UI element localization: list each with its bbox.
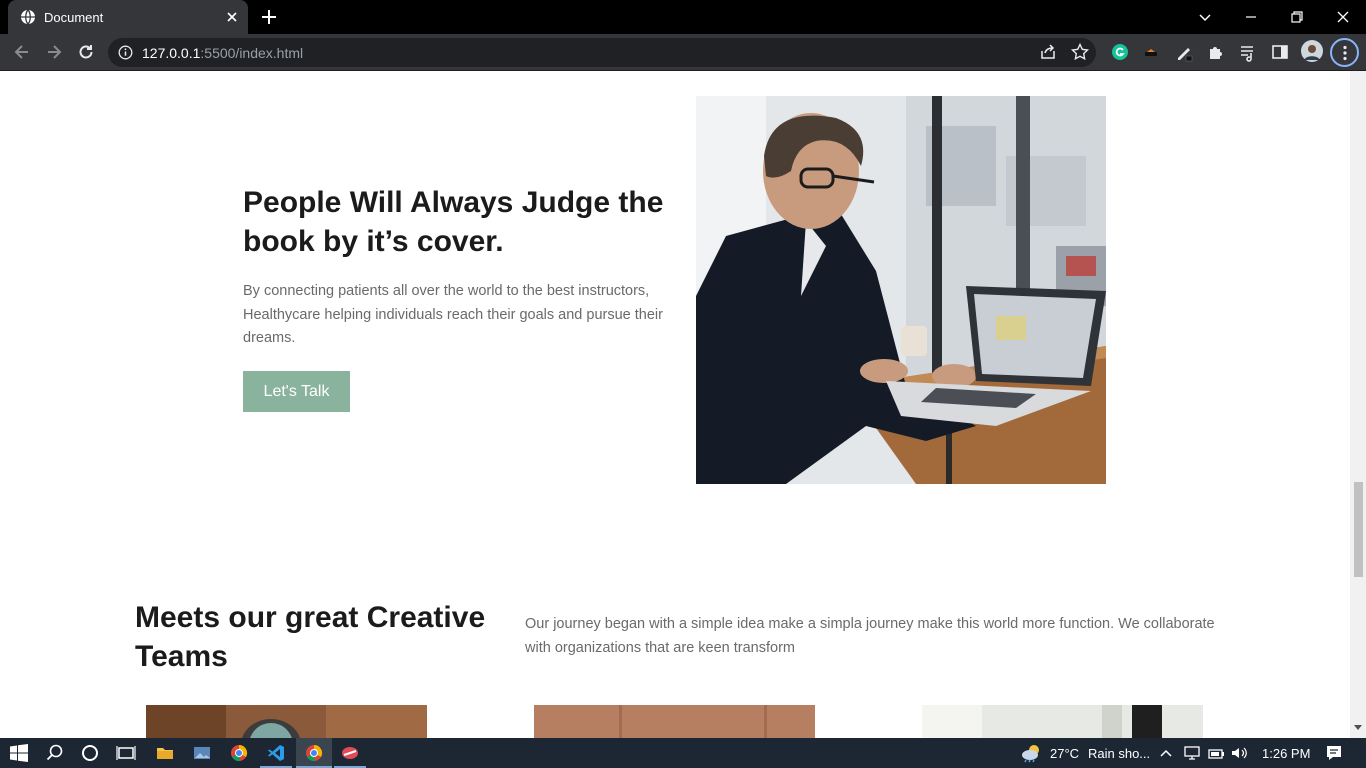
new-tab-icon[interactable] — [260, 8, 278, 26]
address-bar[interactable]: 127.0.0.1:5500/index.html — [108, 38, 1096, 67]
more-vertical-icon — [1343, 45, 1347, 61]
scrollbar-thumb[interactable] — [1354, 482, 1363, 577]
profile-avatar[interactable] — [1301, 40, 1323, 62]
snip-tool-icon[interactable] — [340, 743, 360, 763]
scroll-down-arrow-icon[interactable] — [1354, 725, 1362, 730]
network-icon[interactable] — [1182, 743, 1202, 763]
task-view-icon[interactable] — [116, 743, 136, 763]
close-window-icon[interactable] — [1332, 6, 1354, 28]
pen-extension-icon[interactable] — [1174, 42, 1194, 62]
weather-rain-icon[interactable] — [1020, 743, 1044, 763]
menu-button[interactable] — [1330, 38, 1359, 67]
media-queue-icon[interactable] — [1238, 42, 1258, 62]
close-tab-icon[interactable] — [224, 9, 240, 25]
file-explorer-icon[interactable] — [155, 743, 175, 763]
tab-search-chevron-icon[interactable] — [1194, 6, 1216, 28]
lets-talk-button[interactable]: Let's Talk — [243, 371, 350, 412]
teams-heading: Meets our great Creative Teams — [135, 601, 486, 673]
grammarly-extension-icon[interactable] — [1110, 42, 1130, 62]
bookmark-star-icon[interactable] — [1070, 42, 1090, 62]
hero-image — [696, 96, 1106, 484]
volume-icon[interactable] — [1229, 743, 1249, 763]
side-panel-icon[interactable] — [1270, 42, 1290, 62]
restore-icon[interactable] — [1286, 6, 1308, 28]
search-icon[interactable] — [45, 743, 65, 763]
hero-heading: People Will Always Judge the book by it’… — [243, 186, 664, 258]
cortana-icon[interactable] — [80, 743, 100, 763]
photos-app-icon[interactable] — [192, 743, 212, 763]
browser-tabbar: Document — [0, 0, 1366, 34]
browser-toolbar: 127.0.0.1:5500/index.html — [0, 34, 1366, 71]
teams-description: Our journey began with a simple idea mak… — [525, 616, 1215, 656]
url-path: :5500/index.html — [200, 45, 304, 61]
site-info-icon[interactable] — [118, 45, 133, 60]
extensions-puzzle-icon[interactable] — [1206, 42, 1226, 62]
team-member-photo-3 — [922, 705, 1203, 738]
windows-start-icon[interactable] — [10, 744, 28, 762]
vscode-icon[interactable] — [266, 743, 286, 763]
page-scrollbar[interactable] — [1350, 71, 1366, 738]
chrome-icon[interactable] — [229, 743, 249, 763]
weather-condition[interactable]: Rain sho... — [1088, 746, 1150, 761]
windows-taskbar: 27°C Rain sho... 1:26 PM — [0, 738, 1366, 768]
team-member-photo-1 — [146, 705, 427, 738]
url-host: 127.0.0.1 — [142, 45, 201, 61]
minimize-icon[interactable] — [1240, 6, 1262, 28]
notifications-icon[interactable] — [1324, 743, 1344, 763]
extension-icon[interactable] — [1142, 42, 1162, 62]
reload-icon[interactable] — [76, 42, 96, 62]
tab-title: Document — [44, 9, 104, 25]
team-member-photo-2 — [534, 705, 815, 738]
page-viewport: People Will Always Judge the book by it’… — [0, 71, 1350, 738]
url-text[interactable]: 127.0.0.1:5500/index.html — [142, 45, 303, 61]
clock-time[interactable]: 1:26 PM — [1262, 746, 1310, 761]
globe-icon — [21, 9, 35, 25]
browser-tab[interactable]: Document — [8, 0, 248, 34]
weather-temperature[interactable]: 27°C — [1050, 746, 1079, 761]
chrome-running-icon[interactable] — [304, 743, 324, 763]
chevron-up-icon[interactable] — [1158, 743, 1174, 763]
back-icon[interactable] — [12, 42, 32, 62]
share-icon[interactable] — [1038, 42, 1058, 62]
forward-icon[interactable] — [44, 42, 64, 62]
hero-description: By connecting patients all over the worl… — [243, 283, 663, 346]
battery-icon[interactable] — [1206, 743, 1226, 763]
